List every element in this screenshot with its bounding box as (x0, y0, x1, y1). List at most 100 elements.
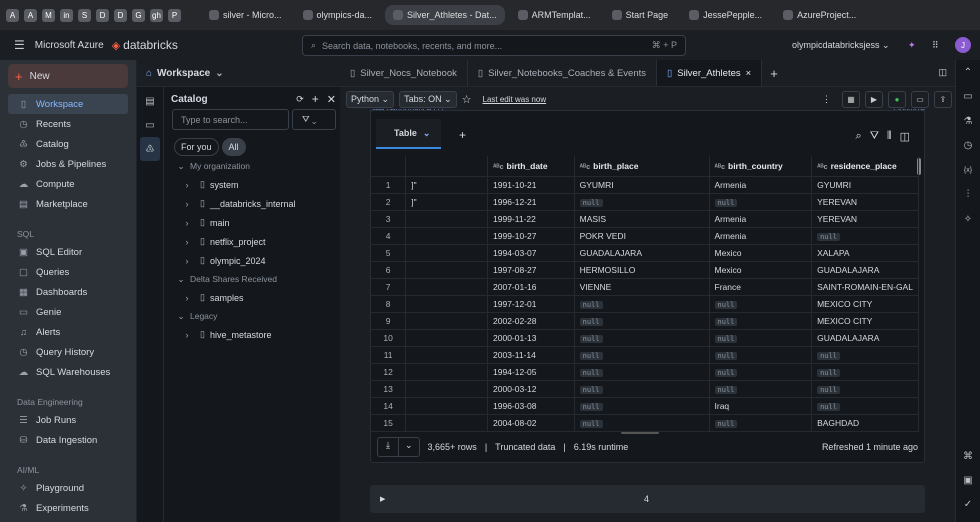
tab-table[interactable]: Table ⌄ (376, 119, 441, 149)
workspace-switcher[interactable]: olympicdatabricksjess ⌄ (792, 40, 890, 51)
menu-icon[interactable]: ☰ (14, 38, 25, 52)
bookmark-favicon-icon[interactable]: in (60, 8, 73, 22)
folder-icon[interactable]: ▭ (137, 113, 163, 137)
browser-tab[interactable]: silver - Micro... (201, 5, 290, 25)
sidebar-item-compute[interactable]: ☁ Compute (0, 174, 136, 194)
schedule-icon[interactable]: ▭ (911, 90, 929, 108)
notebook-tab[interactable]: ▯ Silver_Nocs_Notebook (340, 60, 468, 86)
sidebar-item-recents[interactable]: ◷ Recents (0, 114, 136, 134)
catalog-item[interactable]: › ▯ samples (177, 288, 337, 307)
catalog-item[interactable]: › ▯ __databricks_internal (177, 194, 337, 213)
column-header[interactable]: ᴬᴮc birth_date (487, 156, 575, 177)
sidebar-item-catalog[interactable]: ♳ Catalog (0, 134, 136, 154)
catalog-filter-button[interactable]: ⛛ ⌄ (292, 109, 336, 130)
sidebar-item-genie[interactable]: ▭ Genie (0, 302, 136, 322)
sidebar-item-marketplace[interactable]: ▤ Marketplace (0, 194, 136, 214)
favorite-star-icon[interactable]: ☆ (462, 93, 472, 106)
notebook-tab[interactable]: ▯ Silver_Notebooks_Coaches & Events (468, 60, 658, 86)
last-edit-link[interactable]: Last edit was now (483, 95, 817, 104)
filter-icon[interactable]: ⛛ (870, 130, 879, 143)
catalog-item[interactable]: › ▯ system (177, 175, 337, 194)
catalog-icon[interactable]: ♳ (140, 137, 160, 161)
sidebar-item-workspace[interactable]: ▯ Workspace (8, 94, 128, 114)
column-header[interactable]: ᴬᴮc residence_place (811, 156, 919, 177)
download-button[interactable]: ⤓ ⌄ (377, 437, 420, 457)
next-cell[interactable]: ▶ 4 (370, 485, 925, 513)
catalog-item[interactable]: › ▯ netflix_project (177, 232, 337, 251)
layout-icon[interactable]: ▦ (842, 90, 860, 108)
sidebar-item-sql-editor[interactable]: ▣ SQL Editor (0, 242, 136, 262)
chevron-up-icon[interactable]: ⌃ (956, 60, 980, 85)
bookmark-favicon-icon[interactable]: S (78, 8, 91, 22)
expand-icon[interactable]: ▶ (380, 495, 385, 503)
tree-group[interactable]: ⌄ Legacy (177, 307, 337, 325)
bookmark-favicon-icon[interactable]: gh (150, 8, 163, 22)
split-view-icon[interactable]: ◫ (930, 60, 955, 86)
global-search-input[interactable]: ⌕ Search data, notebooks, recents, and m… (302, 35, 686, 56)
product-label[interactable]: databricks (123, 38, 178, 52)
settings-sliders-icon[interactable]: ⫶ (956, 183, 980, 208)
apps-grid-icon[interactable]: ⠿ (932, 40, 939, 51)
tabs-setting-select[interactable]: Tabs: ON ⌄ (399, 90, 457, 108)
sidebar-item-playground[interactable]: ✧ Playground (0, 478, 136, 498)
column-header[interactable] (405, 156, 489, 177)
cluster-status-icon[interactable]: ● (888, 90, 906, 108)
catalog-item[interactable]: › ▯ hive_metastore (177, 325, 337, 344)
browser-tab[interactable]: JessePepple... (681, 5, 770, 25)
browser-tab[interactable]: Silver_Athletes - Dat... (385, 5, 505, 25)
experiment-icon[interactable]: ⚗ (956, 109, 980, 134)
assistant-icon[interactable]: ✦ (908, 40, 916, 51)
bookmark-favicon-icon[interactable]: A (24, 8, 37, 22)
refresh-icon[interactable]: ⟳ (296, 94, 304, 105)
more-icon[interactable]: ⋮ (822, 94, 831, 105)
command-icon[interactable]: ⌘ (956, 444, 980, 468)
bookmark-favicon-icon[interactable]: D (114, 8, 127, 22)
new-button[interactable]: + New (8, 64, 128, 88)
notebook-tab[interactable]: ▯ Silver_Athletes × (657, 60, 763, 86)
terminal-icon[interactable]: ▣ (956, 468, 980, 492)
add-visualization-icon[interactable]: + (459, 128, 466, 142)
avatar[interactable]: J (955, 37, 971, 53)
sidebar-item-queries[interactable]: ▢ Queries (0, 262, 136, 282)
history-icon[interactable]: ◷ (956, 134, 980, 159)
language-select[interactable]: Python ⌄ (346, 90, 395, 108)
sidebar-item-experiments[interactable]: ⚗ Experiments (0, 498, 136, 518)
tree-group[interactable]: ⌄ Delta Shares Received (177, 270, 337, 288)
catalog-item[interactable]: › ▯ olympic_2024 (177, 251, 337, 270)
workspace-header[interactable]: ⌂ Workspace ⌄ (137, 60, 340, 87)
search-icon[interactable]: ⌕ (856, 130, 862, 143)
tree-group[interactable]: ⌄ My organization (177, 157, 337, 175)
catalog-search-input[interactable]: Type to search... (172, 109, 289, 130)
close-tab-icon[interactable]: × (746, 68, 752, 79)
bookmark-favicon-icon[interactable]: D (96, 8, 109, 22)
column-header[interactable]: ᴬᴮc birth_country (709, 156, 813, 177)
sidebar-item-dashboards[interactable]: ▦ Dashboards (0, 282, 136, 302)
sidebar-item-sql-warehouses[interactable]: ☁ SQL Warehouses (0, 362, 136, 382)
catalog-item[interactable]: › ▯ main (177, 213, 337, 232)
cell-scrollbar[interactable] (933, 116, 935, 134)
add-tab-icon[interactable]: + (762, 60, 786, 86)
bookmark-favicon-icon[interactable]: P (168, 8, 181, 22)
bookmark-favicon-icon[interactable]: A (6, 8, 19, 22)
assistant-icon[interactable]: ✧ (956, 207, 980, 232)
share-icon[interactable]: ⇪ (934, 90, 952, 108)
variables-icon[interactable]: {x} (956, 158, 980, 183)
sidebar-item-data-ingestion[interactable]: ⛁ Data Ingestion (0, 430, 136, 450)
comment-icon[interactable]: ▭ (956, 85, 980, 110)
browser-tab[interactable]: AzureProject... (775, 5, 864, 25)
browser-tab[interactable]: Start Page (604, 5, 677, 25)
close-icon[interactable]: ✕ (327, 93, 336, 106)
bookmark-favicon-icon[interactable]: M (42, 8, 55, 22)
notebook-outline-icon[interactable]: ▤ (137, 89, 163, 113)
bookmark-favicon-icon[interactable]: G (132, 8, 145, 22)
checkmark-icon[interactable]: ✓ (956, 492, 980, 516)
sidebar-item-jobs-pipelines[interactable]: ⚙ Jobs & Pipelines (0, 154, 136, 174)
add-icon[interactable]: + (312, 92, 319, 106)
panel-icon[interactable]: ◫ (900, 130, 910, 143)
browser-tab[interactable]: ARMTemplat... (510, 5, 599, 25)
run-all-icon[interactable]: ▶ (865, 90, 883, 108)
filter-chip-for-you[interactable]: For you (174, 138, 219, 156)
sidebar-item-alerts[interactable]: ♫ Alerts (0, 322, 136, 342)
column-header[interactable]: ᴬᴮc birth_place (574, 156, 710, 177)
sidebar-item-job-runs[interactable]: ☰ Job Runs (0, 410, 136, 430)
